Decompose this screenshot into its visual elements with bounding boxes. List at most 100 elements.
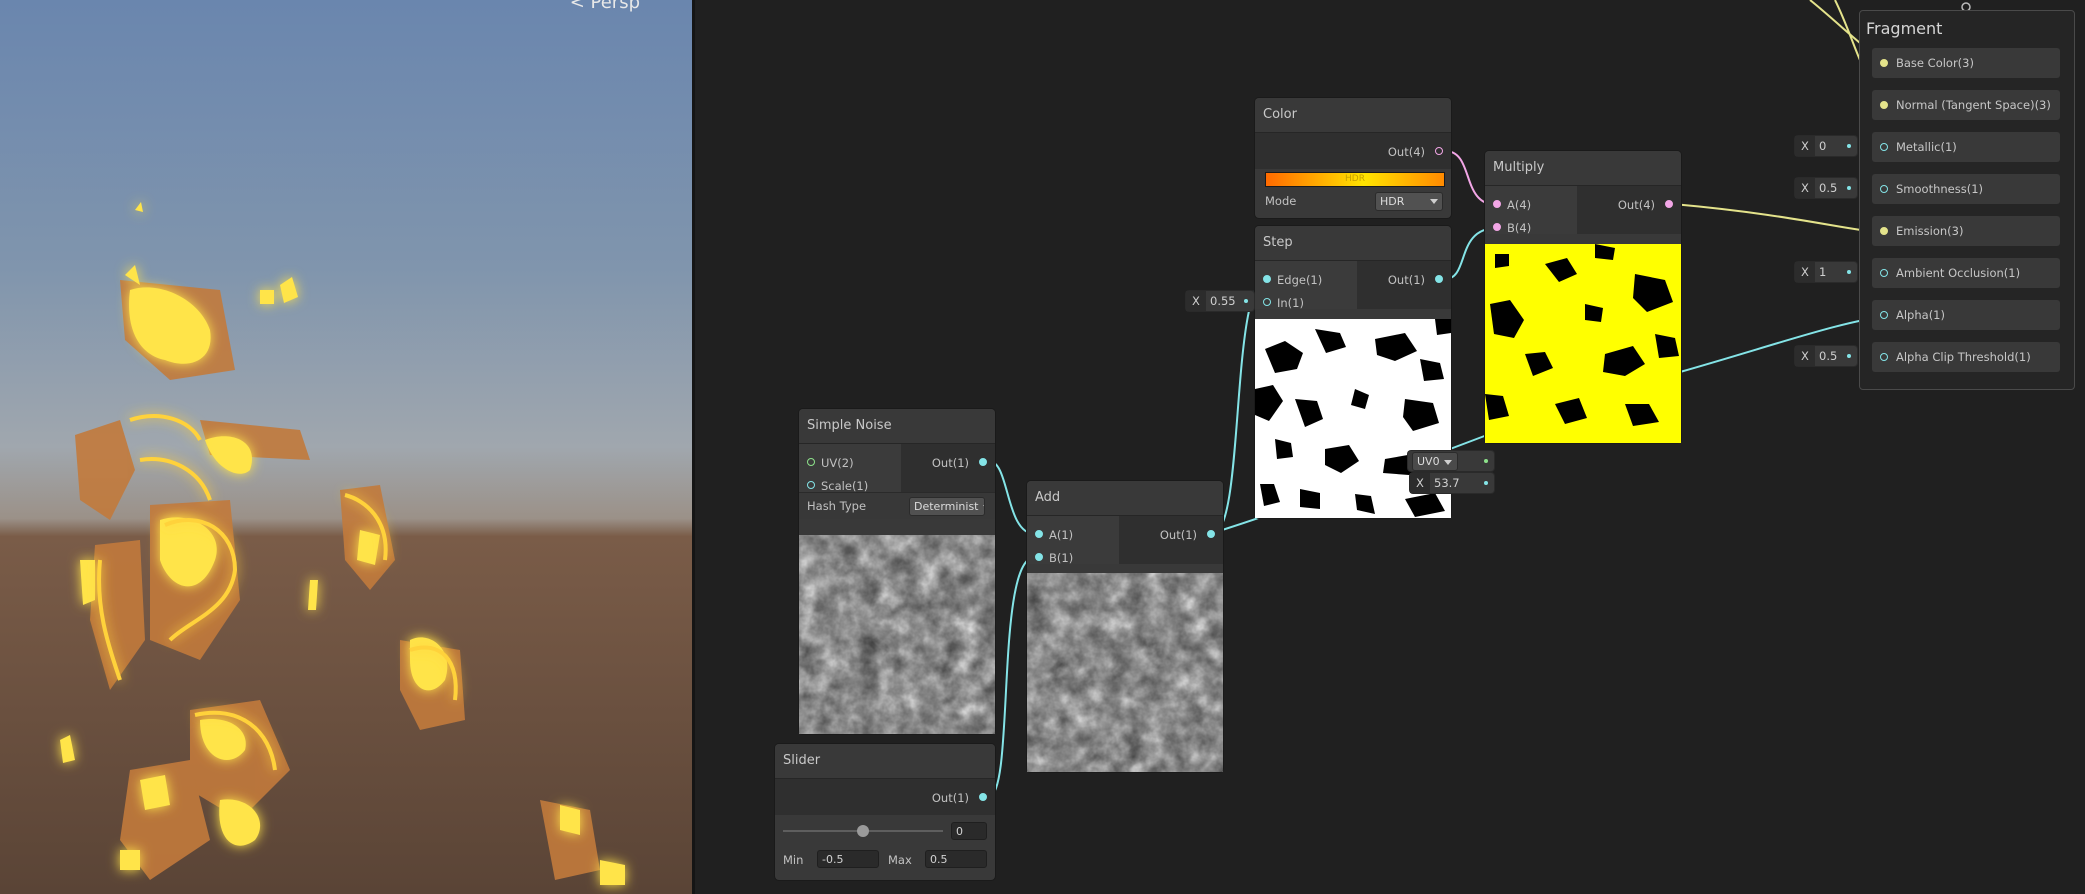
chevron-down-icon [1443, 459, 1452, 465]
fragment-input-port[interactable] [1880, 185, 1888, 193]
noise-uv-port[interactable] [807, 458, 815, 466]
fragment-row[interactable]: Emission(3) [1872, 216, 2060, 246]
color-node-title[interactable]: Color [1255, 98, 1451, 133]
color-hdr-swatch[interactable]: HDR [1265, 172, 1445, 187]
step-in-port[interactable] [1263, 298, 1271, 306]
color-node[interactable]: Color Out(4) HDR Mode HDR [1255, 98, 1451, 218]
fragment-input-port[interactable] [1880, 311, 1888, 319]
color-mode-label: Mode [1265, 194, 1297, 208]
step-in-value[interactable]: 0.55 [1210, 291, 1236, 311]
fragment-input-port[interactable] [1880, 227, 1888, 235]
fragment-row-label: Metallic(1) [1896, 140, 1957, 154]
noise-uv-inline-field[interactable]: UV0 [1408, 451, 1494, 471]
fragment-inline-field[interactable]: X0 [1795, 136, 1857, 156]
noise-scale-port[interactable] [807, 481, 815, 489]
multiply-preview [1485, 244, 1681, 443]
noise-preview [799, 535, 995, 734]
noise-uv-label: UV(2) [821, 456, 854, 470]
step-in-inline-field[interactable]: X 0.55 [1186, 291, 1254, 311]
fragment-row[interactable]: Metallic(1) [1872, 132, 2060, 162]
fragment-row-label: Emission(3) [1896, 224, 1964, 238]
noise-scale-value[interactable]: 53.7 [1434, 473, 1460, 493]
chevron-down-icon [1430, 199, 1438, 204]
add-b-port[interactable] [1035, 553, 1043, 561]
fragment-row-label: Smoothness(1) [1896, 182, 1984, 196]
fragment-input-port[interactable] [1880, 353, 1888, 361]
fragment-inline-field[interactable]: X1 [1795, 262, 1857, 282]
slider-node-title[interactable]: Slider [775, 744, 995, 779]
multiply-node[interactable]: Multiply A(4) B(4) Out(4) [1485, 151, 1681, 443]
fragment-row-label: Alpha(1) [1896, 308, 1945, 322]
fragment-row-label: Alpha Clip Threshold(1) [1896, 350, 2031, 364]
fragment-inline-field[interactable]: X 0.5 [1795, 346, 1857, 366]
slider-value-field[interactable]: 0 [951, 822, 987, 840]
noise-out-label: Out(1) [931, 456, 969, 470]
noise-hash-type-dropdown[interactable]: Determinist [909, 497, 985, 516]
slider-track[interactable] [783, 825, 943, 837]
fragment-input-port[interactable] [1880, 59, 1888, 67]
add-node[interactable]: Add A(1) B(1) Out(1) [1027, 481, 1223, 772]
noise-scale-inline-field[interactable]: X 53.7 [1410, 473, 1494, 493]
slider-out-label: Out(1) [931, 791, 969, 805]
step-edge-port[interactable] [1263, 275, 1271, 283]
fragment-row[interactable]: Ambient Occlusion(1) [1872, 258, 2060, 288]
fragment-title: Fragment [1866, 19, 1943, 38]
step-in-label: In(1) [1277, 296, 1304, 310]
step-out-label: Out(1) [1387, 273, 1425, 287]
slider-min-field[interactable]: -0.5 [817, 850, 879, 868]
slider-max-field[interactable]: 0.5 [925, 850, 987, 868]
fragment-block[interactable]: Fragment Base Color(3) Normal (Tangent Sp… [1859, 10, 2075, 390]
noise-hash-type-label: Hash Type [807, 499, 867, 513]
fragment-inline-value[interactable]: 0 [1819, 136, 1826, 156]
color-out-port[interactable] [1435, 147, 1443, 155]
fragment-input-port[interactable] [1880, 101, 1888, 109]
slider-node[interactable]: Slider Out(1) 0 Min -0.5 Max 0.5 [775, 744, 995, 880]
add-out-port[interactable] [1207, 530, 1215, 538]
simple-noise-node-title[interactable]: Simple Noise [799, 409, 995, 444]
add-preview [1027, 573, 1223, 772]
add-out-label: Out(1) [1159, 528, 1197, 542]
color-mode-dropdown[interactable]: HDR [1375, 192, 1443, 211]
chevron-down-icon [982, 504, 984, 510]
color-out-label: Out(4) [1387, 145, 1425, 159]
slider-out-port[interactable] [979, 793, 987, 801]
slider-thumb[interactable] [857, 825, 869, 837]
multiply-b-label: B(4) [1507, 221, 1532, 235]
noise-hash-type-row: Hash Type Determinist [799, 492, 995, 519]
fragment-row[interactable]: Alpha Clip Threshold(1) [1872, 342, 2060, 372]
step-out-port[interactable] [1435, 275, 1443, 283]
add-a-port[interactable] [1035, 530, 1043, 538]
slider-max-label: Max [888, 853, 912, 867]
fragment-inline-value[interactable]: 1 [1819, 262, 1826, 282]
glowing-character-render [60, 202, 625, 885]
multiply-node-title[interactable]: Multiply [1485, 151, 1681, 186]
fragment-row[interactable]: Alpha(1) [1872, 300, 2060, 330]
step-edge-label: Edge(1) [1277, 273, 1323, 287]
simple-noise-node[interactable]: Simple Noise UV(2) Scale(1) Out(1) Hash … [799, 409, 995, 734]
fragment-row-label: Normal (Tangent Space)(3) [1896, 98, 2051, 112]
shader-graph-canvas[interactable]: Color Out(4) HDR Mode HDR Step Edge(1) I… [695, 0, 2085, 894]
fragment-row-label: Base Color(3) [1896, 56, 1974, 70]
fragment-row[interactable]: Base Color(3) [1872, 48, 2060, 78]
noise-uv-dropdown[interactable]: UV0 [1412, 452, 1458, 471]
fragment-inline-field[interactable]: X 0.5 [1795, 178, 1857, 198]
fragment-inline-value[interactable]: 0.5 [1819, 178, 1837, 198]
fragment-input-port[interactable] [1880, 269, 1888, 277]
add-node-title[interactable]: Add [1027, 481, 1223, 516]
color-hdr-label: HDR [1345, 174, 1365, 184]
fragment-row[interactable]: Smoothness(1) [1872, 174, 2060, 204]
noise-out-port[interactable] [979, 458, 987, 466]
noise-scale-label: Scale(1) [821, 479, 869, 493]
multiply-out-port[interactable] [1665, 200, 1673, 208]
fragment-row-label: Ambient Occlusion(1) [1896, 266, 2021, 280]
add-a-label: A(1) [1049, 528, 1074, 542]
fragment-input-port[interactable] [1880, 143, 1888, 151]
fragment-row[interactable]: Normal (Tangent Space)(3) [1872, 90, 2060, 120]
multiply-b-port[interactable] [1493, 223, 1501, 231]
scene-viewport[interactable]: < Persp [0, 0, 692, 894]
add-b-label: B(1) [1049, 551, 1074, 565]
fragment-inline-value[interactable]: 0.5 [1819, 346, 1837, 366]
multiply-a-port[interactable] [1493, 200, 1501, 208]
multiply-a-label: A(4) [1507, 198, 1532, 212]
step-node-title[interactable]: Step [1255, 226, 1451, 261]
